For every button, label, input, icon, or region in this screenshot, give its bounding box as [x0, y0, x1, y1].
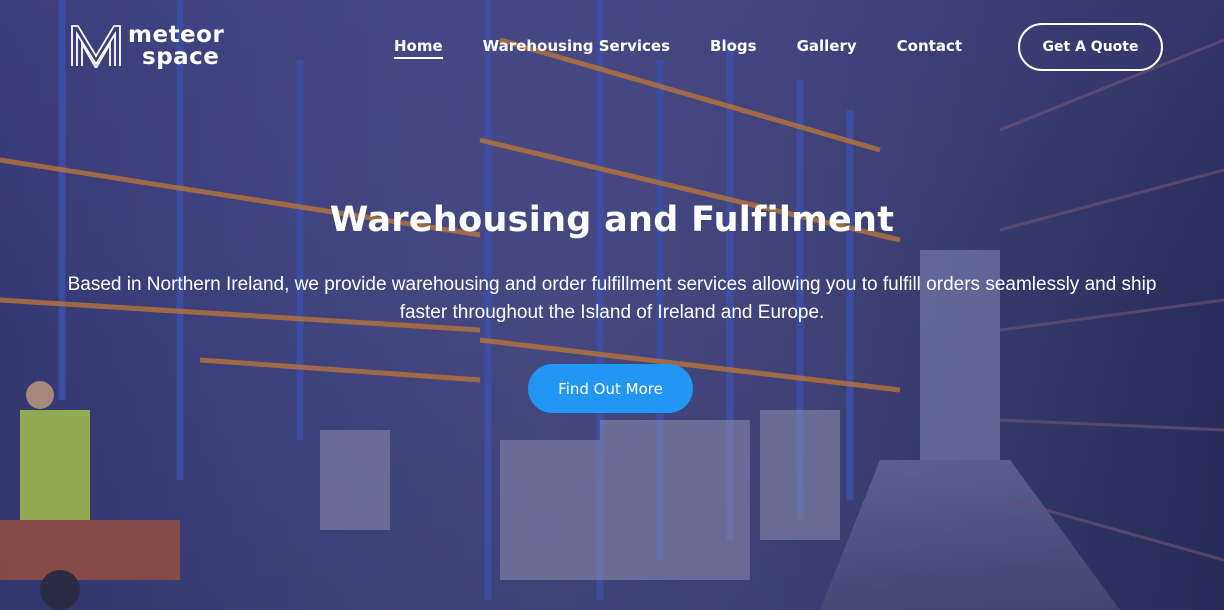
brand-line-2: space	[142, 44, 220, 70]
get-a-quote-button[interactable]: Get A Quote	[1018, 23, 1163, 71]
find-out-more-button[interactable]: Find Out More	[528, 364, 693, 413]
nav-blogs[interactable]: Blogs	[710, 37, 757, 59]
hero-subtitle: Based in Northern Ireland, we provide wa…	[67, 274, 1157, 323]
nav-warehousing-services[interactable]: Warehousing Services	[483, 37, 670, 59]
main-nav: Home Warehousing Services Blogs Gallery …	[394, 37, 962, 59]
brand-logo[interactable]: meteor space	[70, 22, 225, 70]
brand-line-1: meteor	[128, 22, 225, 48]
meteor-m-logo-icon	[71, 25, 121, 68]
nav-contact[interactable]: Contact	[897, 37, 962, 59]
nav-gallery[interactable]: Gallery	[797, 37, 857, 59]
hero-title: Warehousing and Fulfilment	[329, 200, 895, 240]
nav-home[interactable]: Home	[394, 37, 443, 59]
hero-section: meteor space Home Warehousing Services B…	[0, 0, 1224, 610]
